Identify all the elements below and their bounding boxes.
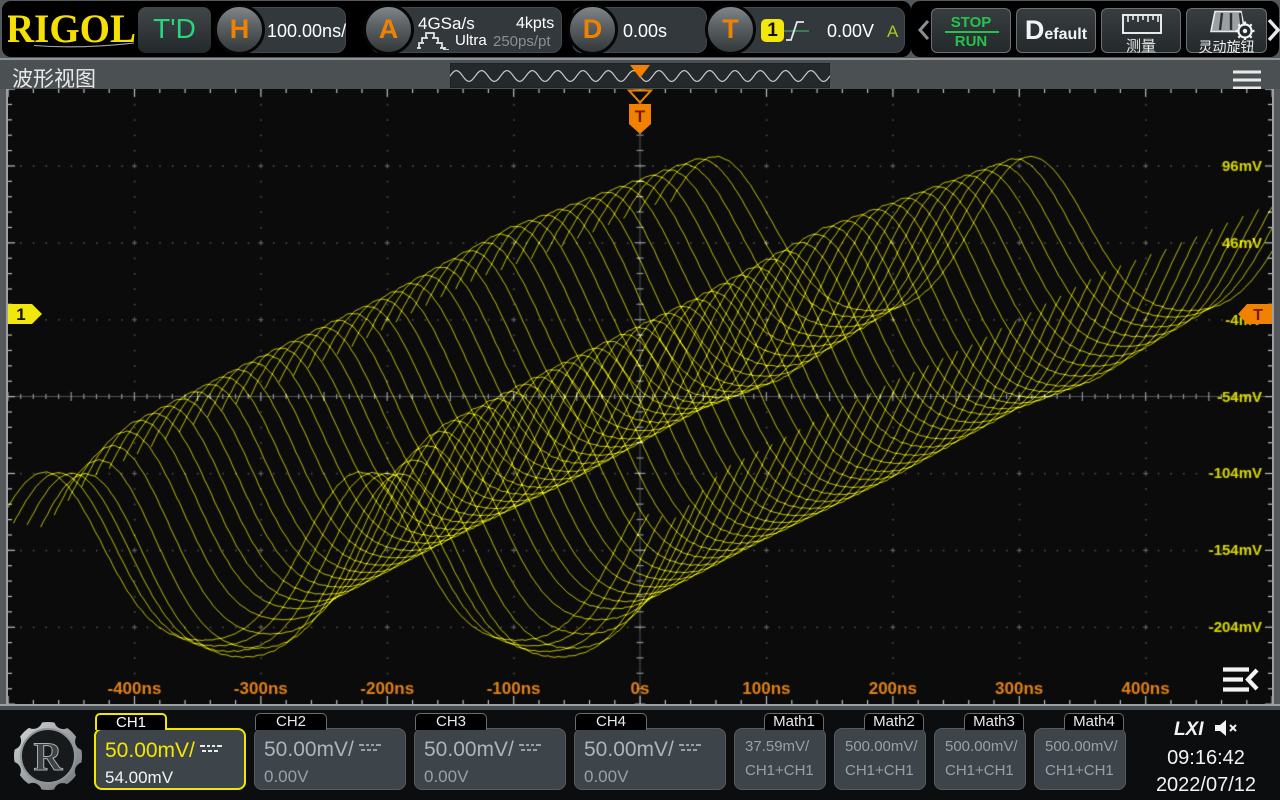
- svg-text:T: T: [1253, 307, 1263, 324]
- svg-text:T: T: [635, 107, 646, 126]
- svg-text:R: R: [34, 734, 64, 779]
- svg-text:RIGOL: RIGOL: [8, 8, 136, 50]
- svg-text:1: 1: [16, 305, 25, 324]
